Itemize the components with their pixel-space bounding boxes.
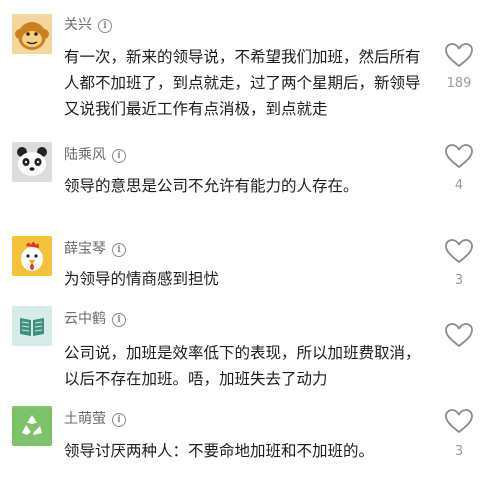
heart-outline-icon[interactable] [444, 143, 474, 169]
username-label[interactable]: 云中鹤 [64, 311, 106, 327]
like-count: 3 [454, 273, 464, 288]
comment-item: 关兴 i 有一次，新来的领导说，不希望我们加班，然后所有人都不加班了，到点就走，过… [0, 0, 494, 130]
username-label[interactable]: 土萌萤 [64, 411, 106, 427]
comment-item: 薛宝琴 i 为领导的情商感到担忧 3 [0, 226, 494, 302]
heart-outline-icon[interactable] [444, 408, 474, 434]
username-label[interactable]: 陆乘风 [64, 147, 106, 163]
info-icon[interactable]: i [112, 413, 126, 427]
comment-item: 土萌萤 i 领导讨厌两种人：不要命地加班和不加班的。 3 [0, 398, 494, 487]
info-icon[interactable]: i [112, 313, 126, 327]
heart-outline-icon[interactable] [444, 322, 474, 348]
info-icon[interactable]: i [112, 243, 126, 257]
comment-username[interactable]: 陆乘风 i [64, 146, 126, 164]
book-avatar-icon[interactable] [12, 306, 52, 346]
heart-outline-icon[interactable] [444, 42, 474, 68]
comment-username[interactable]: 云中鹤 i [64, 310, 126, 328]
like-count: 189 [446, 76, 472, 91]
rooster-avatar-icon[interactable] [12, 236, 52, 276]
recycle-avatar-icon[interactable] [12, 406, 52, 446]
heart-outline-icon[interactable] [444, 238, 474, 264]
monkey-avatar-icon[interactable] [12, 14, 52, 54]
username-label[interactable]: 薛宝琴 [64, 241, 106, 257]
comment-username[interactable]: 关兴 i [64, 16, 112, 34]
comment-username[interactable]: 土萌萤 i [64, 410, 126, 428]
comment-text: 有一次，新来的领导说，不希望我们加班，然后所有人都不加班了，到点就走，过了两个星… [64, 48, 421, 118]
panda-avatar-icon[interactable] [12, 142, 52, 182]
comment-text: 领导讨厌两种人：不要命地加班和不加班的。 [64, 442, 375, 460]
comment-username[interactable]: 薛宝琴 i [64, 240, 126, 258]
comment-text: 领导的意思是公司不允许有能力的人存在。 [64, 177, 359, 195]
comment-text: 公司说，加班是效率低下的表现，所以加班费取消，以后不存在加班。唔，加班失去了动力 [64, 344, 421, 388]
comment-item: 云中鹤 i 公司说，加班是效率低下的表现，所以加班费取消，以后不存在加班。唔，加班… [0, 302, 494, 398]
like-count: 4 [454, 178, 464, 193]
comment-item: 陆乘风 i 领导的意思是公司不允许有能力的人存在。 4 [0, 130, 494, 226]
info-icon[interactable]: i [112, 149, 126, 163]
comment-text: 为领导的情商感到担忧 [64, 270, 220, 288]
info-icon[interactable]: i [98, 19, 112, 33]
username-label[interactable]: 关兴 [64, 17, 92, 33]
like-count: 3 [454, 444, 464, 459]
